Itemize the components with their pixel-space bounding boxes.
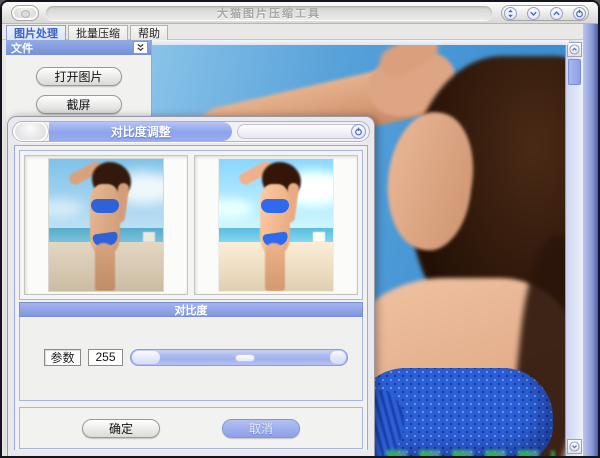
dialog-title-right-segment [237,124,366,139]
open-image-button[interactable]: 打开图片 [36,67,122,86]
dialog-title-capsule: 对比度调整 [12,121,370,142]
window-title: 大猫图片压缩工具 [217,5,321,21]
contrast-section-header: 对比度 [19,302,363,317]
scroll-up-icon[interactable] [567,42,582,57]
preview-after-box [194,155,358,295]
canvas-top-border [152,40,569,45]
collapse-chevron-icon[interactable] [133,41,148,54]
preview-before-image [48,158,164,292]
dialog-menu-button[interactable] [13,121,49,142]
window-menu-button[interactable] [11,5,39,21]
dialog-title-bar[interactable]: 对比度调整 [12,120,370,142]
contrast-dialog: 对比度调整 [7,116,375,457]
ok-button[interactable]: 确定 [82,419,160,438]
tab-label: 帮助 [138,25,160,41]
dialog-button-panel: 确定 取消 [19,407,363,449]
parameter-label: 参数 [44,349,81,366]
title-bar: 大猫图片压缩工具 [2,2,598,24]
window-controls [501,5,589,21]
tab-help[interactable]: 帮助 [130,25,168,40]
vertical-scrollbar[interactable] [565,40,583,456]
dialog-body: 对比度 参数 确定 取消 [14,145,368,450]
resize-icon[interactable] [504,7,517,20]
screenshot-button[interactable]: 截屏 [36,95,122,114]
tab-batch-compress[interactable]: 批量压缩 [68,25,128,40]
parameter-area: 参数 [19,317,363,401]
tab-bar: 图片处理 批量压缩 帮助 [2,24,598,40]
scrollbar-thumb[interactable] [568,59,581,85]
close-power-icon[interactable] [573,7,586,20]
app-window: 大猫图片压缩工具 图片处理 批量压缩 帮助 [0,0,600,458]
preview-after-image [218,158,334,292]
dialog-close-power-icon[interactable] [351,124,366,139]
file-panel-header: 文件 [6,40,151,55]
parameter-value-input[interactable] [88,349,123,366]
scroll-down-icon[interactable] [567,439,582,454]
slider-thumb[interactable] [235,354,255,362]
tab-label: 批量压缩 [76,25,120,41]
title-field: 大猫图片压缩工具 [46,6,492,20]
preview-before-box [24,155,188,295]
preview-area [19,150,363,300]
parameter-row: 参数 [44,348,348,366]
contrast-slider[interactable] [130,349,348,366]
dialog-title: 对比度调整 [49,122,232,141]
tab-image-processing[interactable]: 图片处理 [6,25,66,40]
minimize-icon[interactable] [527,7,540,20]
window-right-frame [583,24,598,456]
file-panel-title: 文件 [11,40,33,56]
maximize-icon[interactable] [550,7,563,20]
cancel-button[interactable]: 取消 [222,419,300,438]
